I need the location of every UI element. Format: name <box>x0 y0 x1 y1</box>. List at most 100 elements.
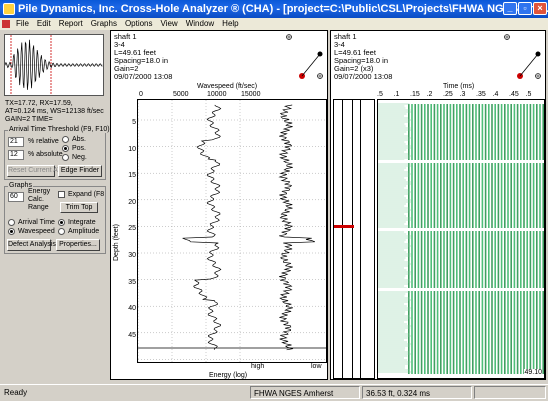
menu-options[interactable]: Options <box>121 18 157 30</box>
control-panel: TX=17.72, RX=17.59, AT=0.124 ms, WS=1213… <box>2 30 111 384</box>
restore-button[interactable]: ▫ <box>518 2 532 15</box>
status-bar: Ready FHWA NGES Amherst 36.53 ft, 0.324 … <box>0 384 548 400</box>
wavespeed-trace <box>182 104 222 350</box>
arrival-time-label: Arrival Time <box>18 219 55 226</box>
edge-finder-button[interactable]: Edge Finder <box>58 165 102 177</box>
depth-tick: 5 <box>132 119 136 126</box>
properties-button[interactable]: Properties... <box>56 239 100 251</box>
relative-label: % relative <box>28 138 59 145</box>
expand-label: Expand (F8 <box>68 191 105 198</box>
workspace: TX=17.72, RX=17.59, AT=0.124 ms, WS=1213… <box>0 30 548 384</box>
wavespeed-xtick: 15000 <box>241 91 261 98</box>
time-xtick: .2 <box>426 91 433 98</box>
tube-layout-icon-2 <box>504 34 541 79</box>
threshold-group-label: Arrival Time Threshold (F9, F10) <box>8 126 111 133</box>
neg-label: Neg. <box>72 154 87 161</box>
wavespeed-radio[interactable] <box>8 228 15 235</box>
time-xtick: .15 <box>410 91 420 98</box>
depth-marker[interactable] <box>334 225 354 228</box>
wavespeed-plot <box>137 100 326 362</box>
pos-radio[interactable] <box>62 145 69 152</box>
window-title: Pile Dynamics, Inc. Cross-Hole Analyzer … <box>18 3 548 15</box>
energy-high-label: high <box>251 363 265 370</box>
reset-current-at-button[interactable]: Reset Current AT <box>7 165 62 177</box>
pos-label: Pos. <box>72 145 87 152</box>
menu-window[interactable]: Window <box>182 18 218 30</box>
depth-tick: 25 <box>128 225 136 233</box>
close-button[interactable]: × <box>533 2 547 15</box>
absolute-label: % absolute <box>28 151 63 158</box>
trim-top-button[interactable]: Trim Top <box>60 202 98 213</box>
time-xtick: .5 <box>525 91 532 98</box>
wavespeed-chart[interactable] <box>137 99 327 363</box>
defect-analysis-button[interactable]: Defect Analysis <box>7 239 56 251</box>
time-xticks: .5 .1 .15 .2 .25 .3 .35 .4 .45 .5 <box>377 91 545 99</box>
wavespeed-label: Wavespeed <box>18 228 55 235</box>
relative-threshold-spinner[interactable]: 21 <box>8 137 24 147</box>
readout-line-3: GAIN=2 TIME= <box>5 116 53 123</box>
minimize-button[interactable]: _ <box>503 2 517 15</box>
depth-ticks: 5 10 15 20 25 30 35 40 45 <box>121 99 137 363</box>
menu-edit[interactable]: Edit <box>33 18 55 30</box>
menu-bar: File Edit Report Graphs Options View Window Hel… <box>0 18 548 30</box>
energy-axis-label: Energy (log) <box>209 372 248 379</box>
time-xtick: .35 <box>476 91 486 98</box>
wavespeed-xticks: 0 5000 10000 15000 <box>137 91 327 99</box>
energy-calc-label: Calc. <box>28 196 44 203</box>
status-ready: Ready <box>4 388 28 397</box>
time-xtick: .5 <box>377 91 383 98</box>
neg-radio[interactable] <box>62 154 69 161</box>
readout-line-1: TX=17.72, RX=17.59, <box>5 100 73 107</box>
depth-readout: 49.10 <box>524 369 542 376</box>
depth-tick: 45 <box>128 331 136 339</box>
time-xtick: .4 <box>492 91 499 98</box>
time-panel: shaft 1 3-4 L=49.61 feet Spacing=18.0 in… <box>330 30 546 380</box>
signal-thumbnail[interactable] <box>4 34 104 96</box>
absolute-threshold-spinner[interactable]: 12 <box>8 150 24 160</box>
menu-report[interactable]: Report <box>55 18 87 30</box>
energy-low-label: low <box>311 363 322 370</box>
energy-trace <box>278 104 316 351</box>
depth-tick: 20 <box>128 198 136 206</box>
depth-tick: 10 <box>128 145 136 153</box>
amplitude-radio[interactable] <box>58 228 65 235</box>
depth-tick: 15 <box>128 172 136 180</box>
wavespeed-panel: shaft 1 3-4 L=49.61 feet Spacing=18.0 in… <box>110 30 328 380</box>
abs-radio[interactable] <box>62 136 69 143</box>
time-xtick: .25 <box>443 91 453 98</box>
depth-tick: 35 <box>128 278 136 286</box>
test-date: 09/07/2000 13:08 <box>114 72 173 81</box>
time-xtick: .3 <box>459 91 466 98</box>
title-bar[interactable]: Pile Dynamics, Inc. Cross-Hole Analyzer … <box>0 0 548 18</box>
integrate-radio[interactable] <box>58 219 65 226</box>
panel-info: shaft 1 3-4 L=49.61 feet Spacing=18.0 in… <box>114 33 172 81</box>
expand-checkbox[interactable] <box>58 191 65 198</box>
app-icon <box>3 3 15 15</box>
abs-label: Abs. <box>72 136 87 143</box>
energy-range-label: Range <box>28 204 49 211</box>
menu-help[interactable]: Help <box>218 18 242 30</box>
menu-view[interactable]: View <box>157 18 182 30</box>
tube-layout-icon <box>286 34 323 79</box>
menu-file[interactable]: File <box>12 18 33 30</box>
arrival-time-radio[interactable] <box>8 219 15 226</box>
time-xtick: .1 <box>393 91 400 98</box>
document-icon[interactable] <box>2 20 10 28</box>
depth-tick: 40 <box>128 305 136 313</box>
waterfall-plot <box>378 100 544 378</box>
amplitude-label: Amplitude <box>68 228 100 235</box>
wavespeed-xtick: 10000 <box>207 91 227 98</box>
depth-tick: 30 <box>128 252 136 259</box>
time-xtick: .45 <box>509 91 519 98</box>
waterfall-chart[interactable]: 49.10 <box>377 99 545 379</box>
status-empty <box>474 386 546 399</box>
energy-range-spinner[interactable]: 60 <box>8 192 24 202</box>
panel2-info: shaft 1 3-4 L=49.61 feet Spacing=18.0 in… <box>334 33 392 81</box>
depth-strip[interactable] <box>333 99 375 379</box>
wavespeed-xtick: 5000 <box>173 91 189 98</box>
energy-label: Energy <box>28 188 51 195</box>
wavespeed-xtick: 0 <box>139 91 143 98</box>
test-date-2: 09/07/2000 13:08 <box>334 72 393 81</box>
menu-graphs[interactable]: Graphs <box>87 18 121 30</box>
readout-line-2: AT=0.124 ms, WS=12138 ft/sec <box>5 108 104 115</box>
